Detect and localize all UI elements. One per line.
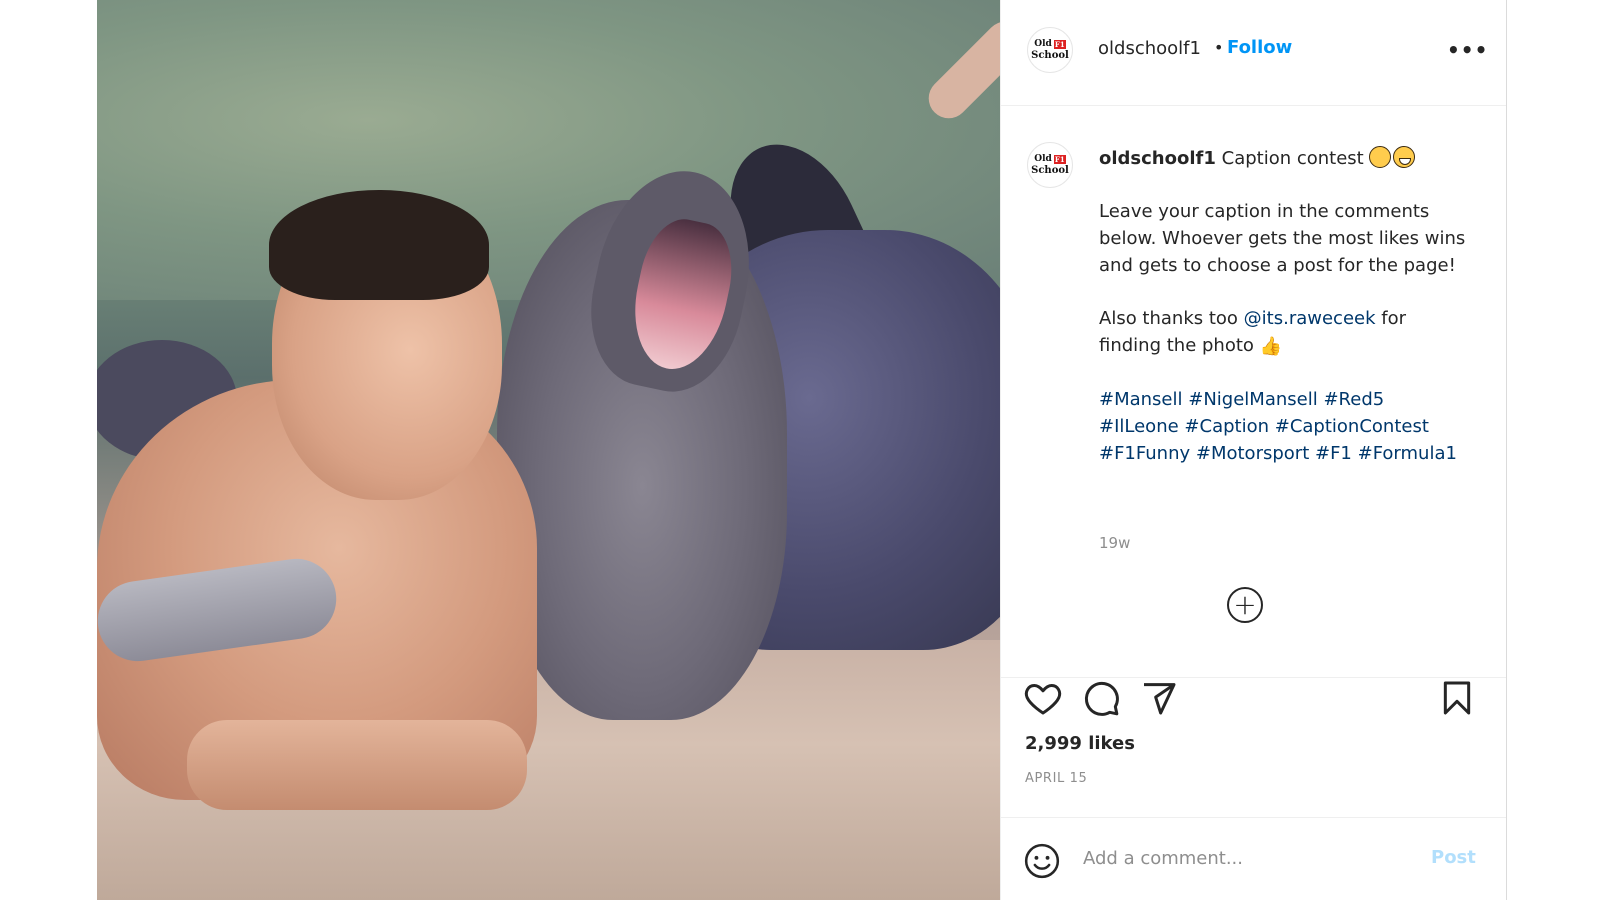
hashtag-link[interactable]: #IlLeone bbox=[1099, 416, 1179, 437]
post-side-panel: Old F1 School oldschoolf1 • Follow ••• Ol… bbox=[1000, 0, 1507, 900]
hashtag-list: #Mansell #NigelMansell #Red5 #IlLeone #C… bbox=[1099, 386, 1469, 467]
header-separator: • bbox=[1214, 38, 1224, 57]
photo-man-arm bbox=[187, 720, 527, 810]
caption-title: Caption contest bbox=[1221, 148, 1364, 169]
hashtag-link[interactable]: #NigelMansell bbox=[1188, 389, 1317, 410]
avatar-badge-text: F1 bbox=[1053, 40, 1066, 49]
post-date: APRIL 15 bbox=[1025, 771, 1088, 786]
hashtag-link[interactable]: #Caption bbox=[1184, 416, 1269, 437]
caption-username[interactable]: oldschoolf1 bbox=[1099, 148, 1216, 169]
hashtag-link[interactable]: #CaptionContest bbox=[1275, 416, 1429, 437]
photo-man-hair bbox=[269, 190, 489, 300]
post-comment-button[interactable]: Post bbox=[1431, 847, 1476, 868]
avatar-top-text: Old bbox=[1034, 39, 1052, 49]
hands-emoji-icon bbox=[1369, 146, 1392, 168]
caption-area: Old F1 School oldschoolf1 Caption contest… bbox=[1001, 107, 1506, 677]
hashtag-link[interactable]: #Motorsport bbox=[1196, 443, 1309, 464]
actions-area: 2,999 likes APRIL 15 bbox=[1001, 677, 1506, 817]
time-ago[interactable]: 19w bbox=[1099, 534, 1130, 552]
hashtag-link[interactable]: #Red5 bbox=[1323, 389, 1384, 410]
caption-text: oldschoolf1 Caption contest Leave your c… bbox=[1099, 145, 1469, 467]
mention-link[interactable]: @its.raweceek bbox=[1244, 308, 1376, 329]
comment-input[interactable] bbox=[1083, 840, 1403, 876]
avatar-bottom-text: School bbox=[1031, 50, 1069, 61]
load-more-comments-button[interactable]: + bbox=[1227, 587, 1263, 623]
grinning-sweat-emoji-icon bbox=[1393, 146, 1416, 168]
header-username[interactable]: oldschoolf1 bbox=[1098, 38, 1201, 59]
avatar-badge-text: F1 bbox=[1053, 155, 1066, 164]
heart-icon[interactable] bbox=[1023, 678, 1063, 718]
thumbs-up-emoji-icon: 👍 bbox=[1259, 336, 1283, 357]
hashtag-link[interactable]: #F1 bbox=[1315, 443, 1352, 464]
paper-plane-icon[interactable] bbox=[1139, 678, 1179, 718]
hashtag-link[interactable]: #Mansell bbox=[1099, 389, 1183, 410]
thanks-prefix: Also thanks too bbox=[1099, 308, 1238, 329]
bookmark-icon[interactable] bbox=[1437, 678, 1477, 718]
comment-area: Post bbox=[1001, 817, 1506, 900]
smiley-icon[interactable] bbox=[1023, 842, 1061, 880]
caption-paragraph: Leave your caption in the comments below… bbox=[1099, 201, 1466, 276]
avatar[interactable]: Old F1 School bbox=[1027, 27, 1073, 73]
post-header: Old F1 School oldschoolf1 • Follow ••• bbox=[1001, 0, 1506, 106]
avatar-top-text: Old bbox=[1034, 154, 1052, 164]
caption-avatar[interactable]: Old F1 School bbox=[1027, 142, 1073, 188]
hashtag-link[interactable]: #F1Funny bbox=[1099, 443, 1190, 464]
caption-thanks: Also thanks too @its.raweceek for findin… bbox=[1099, 305, 1469, 360]
more-options-icon[interactable]: ••• bbox=[1447, 38, 1488, 62]
comment-bubble-icon[interactable] bbox=[1081, 678, 1121, 718]
post-photo[interactable] bbox=[97, 0, 1000, 900]
follow-button[interactable]: Follow bbox=[1227, 37, 1292, 58]
likes-count[interactable]: 2,999 likes bbox=[1025, 733, 1135, 754]
avatar-bottom-text: School bbox=[1031, 165, 1069, 176]
hashtag-link[interactable]: #Formula1 bbox=[1358, 443, 1457, 464]
